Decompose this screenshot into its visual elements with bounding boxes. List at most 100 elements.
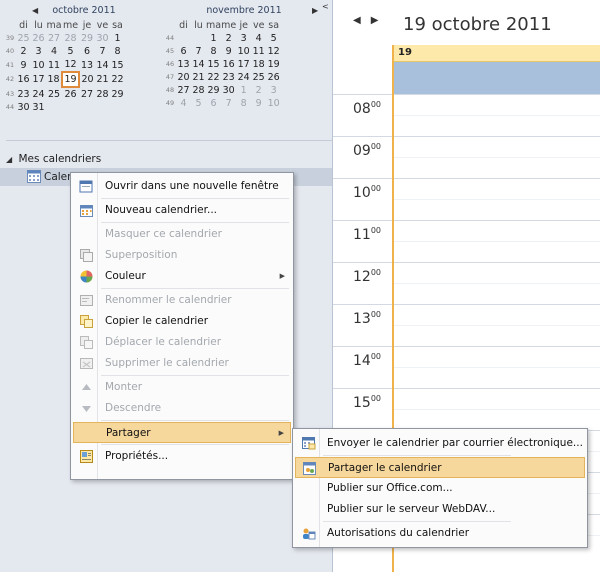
calendar-day[interactable]: 2: [16, 45, 31, 58]
calendar-day[interactable]: 25: [251, 71, 266, 84]
calendar-day[interactable]: 11: [46, 58, 62, 72]
week-number[interactable]: 44: [4, 101, 16, 114]
day-column-header[interactable]: 19: [394, 45, 600, 62]
calendar-day[interactable]: 20: [79, 72, 95, 87]
calendar-day[interactable]: 3: [31, 45, 46, 58]
calendar-day[interactable]: 10: [266, 97, 281, 110]
calendar-day[interactable]: 10: [31, 58, 46, 72]
calendar-day[interactable]: 1: [236, 84, 251, 97]
calendar-day[interactable]: 3: [266, 84, 281, 97]
previous-month-arrow-icon[interactable]: ◀: [32, 4, 38, 18]
calendar-day[interactable]: 18: [251, 58, 266, 71]
calendar-day[interactable]: 26: [31, 32, 46, 45]
my-calendars-group[interactable]: ◢ Mes calendriers: [0, 150, 332, 168]
calendar-day[interactable]: 28: [95, 87, 110, 101]
calendar-day[interactable]: 5: [62, 45, 79, 58]
week-number[interactable]: 43: [4, 87, 16, 101]
week-number[interactable]: 49: [164, 97, 176, 110]
calendar-day[interactable]: 12: [266, 45, 281, 58]
calendar-day[interactable]: 7: [191, 45, 206, 58]
calendar-day[interactable]: 5: [266, 32, 281, 45]
calendar-day[interactable]: 8: [206, 45, 221, 58]
calendar-day[interactable]: 13: [79, 58, 95, 72]
calendar-day[interactable]: 6: [79, 45, 95, 58]
calendar-day[interactable]: 7: [221, 97, 236, 110]
calendar-day[interactable]: 15: [110, 58, 125, 72]
menu-item-partager-le-calendrier[interactable]: Partager le calendrier: [295, 457, 585, 478]
calendar-day[interactable]: 14: [191, 58, 206, 71]
calendar-day[interactable]: 21: [95, 72, 110, 87]
week-number[interactable]: 42: [4, 72, 16, 87]
calendar-day[interactable]: 2: [251, 84, 266, 97]
calendar-day[interactable]: 26: [266, 71, 281, 84]
calendar-day[interactable]: 30: [95, 32, 110, 45]
calendar-day[interactable]: 8: [236, 97, 251, 110]
collapse-pane-icon[interactable]: <: [322, 2, 329, 11]
calendar-day[interactable]: 25: [16, 32, 31, 45]
week-number[interactable]: 44: [164, 32, 176, 45]
week-number[interactable]: 46: [164, 58, 176, 71]
week-number[interactable]: 47: [164, 71, 176, 84]
menu-item-proprietes[interactable]: Propriétés...: [73, 446, 291, 467]
calendar-day[interactable]: 8: [110, 45, 125, 58]
calendar-day[interactable]: 27: [46, 32, 62, 45]
calendar-day[interactable]: 17: [31, 72, 46, 87]
calendar-day[interactable]: 21: [191, 71, 206, 84]
week-number[interactable]: 41: [4, 58, 16, 72]
selected-day[interactable]: 19: [61, 71, 80, 88]
menu-item-ouvrir-dans-une-nouvelle-fenetre[interactable]: Ouvrir dans une nouvelle fenêtre: [73, 176, 291, 197]
week-number[interactable]: 45: [164, 45, 176, 58]
calendar-day[interactable]: 30: [16, 101, 31, 114]
calendar-day[interactable]: 23: [16, 87, 31, 101]
calendar-day[interactable]: 9: [221, 45, 236, 58]
all-day-event-bar[interactable]: [394, 62, 600, 95]
calendar-day[interactable]: 3: [236, 32, 251, 45]
week-number[interactable]: 39: [4, 32, 16, 45]
calendar-day[interactable]: 24: [31, 87, 46, 101]
calendar-day[interactable]: 9: [251, 97, 266, 110]
calendar-day[interactable]: 4: [46, 45, 62, 58]
calendar-day[interactable]: 27: [79, 87, 95, 101]
calendar-day[interactable]: 23: [221, 71, 236, 84]
menu-item-couleur[interactable]: Couleur ▶: [73, 266, 291, 287]
calendar-day[interactable]: 6: [206, 97, 221, 110]
calendar-day[interactable]: 1: [206, 32, 221, 45]
calendar-day[interactable]: 29: [79, 32, 95, 45]
calendar-day[interactable]: 18: [46, 72, 62, 87]
next-month-arrow-icon[interactable]: ▶: [312, 4, 318, 18]
calendar-day[interactable]: 4: [251, 32, 266, 45]
menu-item-nouveau-calendrier[interactable]: Nouveau calendrier...: [73, 200, 291, 221]
calendar-day[interactable]: 22: [206, 71, 221, 84]
day-nav-arrows-icon[interactable]: ◀▶: [353, 15, 388, 26]
calendar-day[interactable]: 25: [46, 87, 62, 101]
menu-item-publier-sur-office-com[interactable]: Publier sur Office.com...: [295, 478, 585, 499]
calendar-day[interactable]: 27: [176, 84, 191, 97]
calendar-day[interactable]: 29: [110, 87, 125, 101]
calendar-day[interactable]: 2: [221, 32, 236, 45]
calendar-day[interactable]: 30: [221, 84, 236, 97]
menu-item-autorisations-du-calendrier[interactable]: Autorisations du calendrier: [295, 523, 585, 544]
calendar-day[interactable]: 24: [236, 71, 251, 84]
calendar-day[interactable]: 5: [191, 97, 206, 110]
week-number[interactable]: 40: [4, 45, 16, 58]
menu-item-copier-le-calendrier[interactable]: Copier le calendrier: [73, 311, 291, 332]
calendar-day[interactable]: 15: [206, 58, 221, 71]
calendar-day[interactable]: 29: [206, 84, 221, 97]
calendar-day[interactable]: 12: [62, 58, 79, 72]
calendar-day[interactable]: 20: [176, 71, 191, 84]
calendar-day[interactable]: 16: [221, 58, 236, 71]
calendar-day[interactable]: 13: [176, 58, 191, 71]
week-number[interactable]: 48: [164, 84, 176, 97]
calendar-day[interactable]: 26: [62, 87, 79, 101]
calendar-day[interactable]: 19: [266, 58, 281, 71]
calendar-day[interactable]: 1: [110, 32, 125, 45]
calendar-day[interactable]: 31: [31, 101, 46, 114]
calendar-day[interactable]: 7: [95, 45, 110, 58]
calendar-day[interactable]: 10: [236, 45, 251, 58]
calendar-day[interactable]: 17: [236, 58, 251, 71]
calendar-day[interactable]: 4: [176, 97, 191, 110]
menu-item-partager[interactable]: Partager ▶: [73, 422, 291, 443]
calendar-day[interactable]: 14: [95, 58, 110, 72]
calendar-day[interactable]: 16: [16, 72, 31, 87]
calendar-day[interactable]: 11: [251, 45, 266, 58]
